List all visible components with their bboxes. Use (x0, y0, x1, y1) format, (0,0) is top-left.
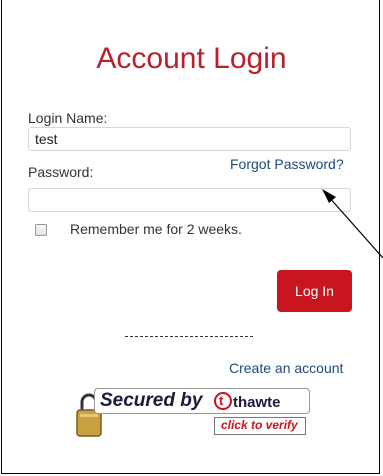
annotation-arrow (322, 189, 383, 259)
